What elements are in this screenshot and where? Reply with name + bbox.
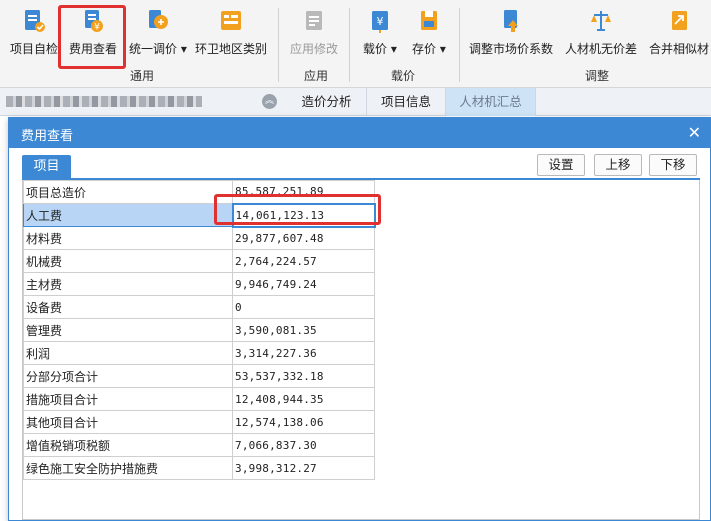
apply-changes-button[interactable]: 应用修改 — [290, 8, 338, 60]
cost-value: 53,537,332.18 — [232, 364, 375, 388]
load-price-label: 载价 ▾ — [363, 42, 397, 56]
collapse-icon[interactable]: ︽ — [262, 94, 277, 109]
table-row[interactable]: 设备费 0 — [23, 295, 375, 319]
cost-name: 人工费 — [23, 203, 233, 227]
move-down-button[interactable]: 下移 — [649, 154, 697, 176]
save-price-label: 存价 ▾ — [412, 42, 446, 56]
cost-name: 管理费 — [23, 318, 233, 342]
load-price-button[interactable]: ¥ 载价 ▾ — [363, 8, 397, 60]
apply-changes-icon — [306, 11, 322, 30]
tab-project-info[interactable]: 项目信息 — [367, 88, 446, 116]
table-row[interactable]: 机械费 2,764,224.57 — [23, 249, 375, 273]
cost-value: 2,764,224.57 — [232, 249, 375, 273]
blurred-path — [6, 96, 202, 107]
table-row[interactable]: 其他项目合计 12,574,138.06 — [23, 410, 375, 434]
no-price-diff-icon — [591, 11, 611, 31]
ribbon-divider — [349, 8, 350, 82]
tab-project[interactable]: 项目 — [22, 155, 71, 179]
tab-cost-analysis[interactable]: 造价分析 — [287, 88, 367, 116]
cost-value: 3,998,312.27 — [232, 456, 375, 480]
move-up-button[interactable]: 上移 — [594, 154, 642, 176]
table-row[interactable]: 管理费 3,590,081.35 — [23, 318, 375, 342]
cost-value: 3,590,081.35 — [232, 318, 375, 342]
cost-name: 项目总造价 — [23, 180, 233, 204]
group-label-general: 通用 — [130, 69, 155, 83]
project-check-button[interactable]: 项目自检 — [10, 8, 58, 60]
ribbon-toolbar: 项目自检 ¥ 费用查看 统一调价 ▾ 环卫地区类别 通用 应用修改 应用 ¥ 载… — [0, 0, 711, 88]
cost-value: 29,877,607.48 — [232, 226, 375, 250]
adjust-coefficient-button[interactable]: 调整市场价系数 — [469, 8, 553, 60]
apply-changes-label: 应用修改 — [290, 42, 339, 56]
unified-price-icon — [148, 10, 168, 29]
cost-name: 材料费 — [23, 226, 233, 250]
cost-value: 9,946,749.24 — [232, 272, 375, 296]
svg-text:¥: ¥ — [376, 15, 383, 28]
load-price-icon: ¥ — [371, 11, 388, 33]
group-label-load-price: 载价 — [391, 69, 416, 83]
labor-cost-highlight — [214, 194, 381, 225]
ribbon-divider — [278, 8, 279, 82]
group-label-apply: 应用 — [304, 69, 329, 83]
no-price-diff-label: 人材机无价差 — [565, 42, 638, 56]
no-price-diff-button[interactable]: 人材机无价差 — [565, 8, 637, 60]
cost-view-highlight — [58, 5, 126, 69]
cost-name: 利润 — [23, 341, 233, 365]
tab-labor-material-summary[interactable]: 人材机汇总 — [446, 88, 536, 116]
settings-button[interactable]: 设置 — [537, 154, 585, 176]
table-row[interactable]: 增值税销项税额 7,066,837.30 — [23, 433, 375, 457]
cost-name: 绿色施工安全防护措施费 — [23, 456, 233, 480]
cost-value: 7,066,837.30 — [232, 433, 375, 457]
cost-name: 其他项目合计 — [23, 410, 233, 434]
table-row[interactable]: 利润 3,314,227.36 — [23, 341, 375, 365]
merge-similar-button[interactable]: 合并相似材 — [649, 8, 709, 60]
cost-view-dialog: 费用查看 ✕ 项目 设置 上移 下移 项目总造价 85,587,251.89 人工… — [8, 117, 711, 521]
merge-similar-label: 合并相似材 — [649, 42, 710, 56]
dialog-title: 费用查看 — [21, 129, 74, 144]
unified-price-label: 统一调价 ▾ — [129, 42, 187, 56]
group-label-adjust: 调整 — [585, 69, 610, 83]
cost-value: 0 — [232, 295, 375, 319]
adjust-coefficient-icon — [504, 10, 518, 32]
cost-value: 3,314,227.36 — [232, 341, 375, 365]
table-row[interactable]: 主材费 9,946,749.24 — [23, 272, 375, 296]
table-row[interactable]: 材料费 29,877,607.48 — [23, 226, 375, 250]
cost-value: 12,574,138.06 — [232, 410, 375, 434]
tab-strip: ︽ 造价分析 项目信息 人材机汇总 — [0, 88, 711, 116]
adjust-coefficient-label: 调整市场价系数 — [469, 42, 554, 56]
project-check-label: 项目自检 — [10, 42, 59, 56]
table-row[interactable]: 分部分项合计 53,537,332.18 — [23, 364, 375, 388]
cost-name: 设备费 — [23, 295, 233, 319]
cost-name: 措施项目合计 — [23, 387, 233, 411]
sanitation-region-button[interactable]: 环卫地区类别 — [195, 8, 267, 60]
table-row[interactable]: 措施项目合计 12,408,944.35 — [23, 387, 375, 411]
table-row[interactable]: 绿色施工安全防护措施费 3,998,312.27 — [23, 456, 375, 480]
cost-name: 机械费 — [23, 249, 233, 273]
dialog-title-bar: 费用查看 ✕ — [9, 118, 710, 148]
merge-similar-icon — [672, 11, 687, 30]
save-price-icon — [420, 11, 437, 30]
project-check-icon — [25, 10, 45, 32]
cost-table: 项目总造价 85,587,251.89 人工费 14,061,123.13 材料费 2… — [23, 180, 376, 480]
cost-value: 12,408,944.35 — [232, 387, 375, 411]
cost-name: 主材费 — [23, 272, 233, 296]
cost-name: 增值税销项税额 — [23, 433, 233, 457]
sanitation-region-icon — [221, 11, 241, 30]
close-icon[interactable]: ✕ — [688, 123, 701, 142]
cost-name: 分部分项合计 — [23, 364, 233, 388]
ribbon-divider — [459, 8, 460, 82]
sanitation-region-label: 环卫地区类别 — [195, 42, 268, 56]
cost-grid: 项目总造价 85,587,251.89 人工费 14,061,123.13 材料费 2… — [22, 180, 700, 520]
unified-price-button[interactable]: 统一调价 ▾ — [129, 8, 187, 60]
save-price-button[interactable]: 存价 ▾ — [412, 8, 446, 60]
